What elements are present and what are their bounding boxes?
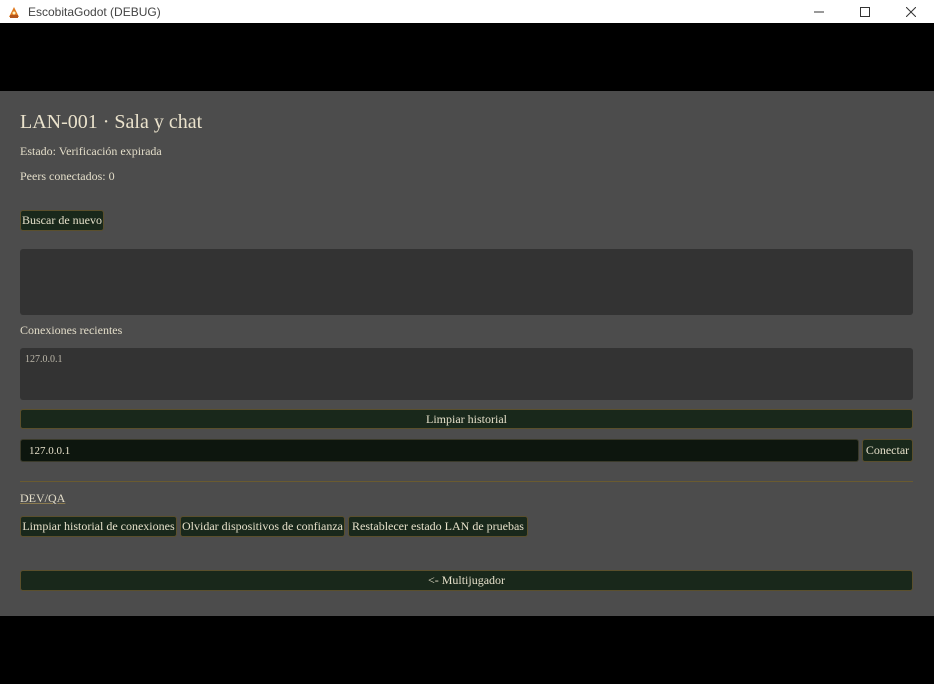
- minimize-icon: [814, 11, 824, 12]
- clear-history-button[interactable]: Limpiar historial: [20, 409, 913, 429]
- back-multiplayer-button[interactable]: <- Multijugador: [20, 570, 913, 591]
- status-label: Estado: Verificación expirada: [20, 144, 162, 158]
- letterbox-top: [0, 23, 934, 91]
- window-titlebar: EscobitaGodot (DEBUG): [0, 0, 934, 23]
- peers-count-label: Peers conectados: 0: [20, 169, 115, 183]
- minimize-button[interactable]: [796, 0, 842, 23]
- chat-log-area[interactable]: [20, 249, 913, 315]
- section-divider: [20, 481, 913, 482]
- close-button[interactable]: [888, 0, 934, 23]
- maximize-button[interactable]: [842, 0, 888, 23]
- search-again-button[interactable]: Buscar de nuevo: [20, 210, 104, 231]
- window-title: EscobitaGodot (DEBUG): [28, 4, 161, 19]
- recent-connections-list[interactable]: 127.0.0.1: [20, 348, 913, 400]
- list-item[interactable]: 127.0.0.1: [25, 354, 63, 365]
- clear-connections-history-button[interactable]: Limpiar historial de conexiones: [20, 516, 177, 537]
- forget-trusted-devices-button[interactable]: Olvidar dispositivos de confianza: [180, 516, 345, 537]
- window-controls: [796, 0, 934, 23]
- recent-connections-label: Conexiones recientes: [20, 323, 123, 337]
- maximize-icon: [860, 6, 870, 17]
- lan-lobby-panel: LAN-001 · Sala y chat Estado: Verificaci…: [0, 91, 934, 616]
- page-title: LAN-001 · Sala y chat: [20, 111, 203, 133]
- letterbox-bottom: [0, 616, 934, 684]
- reset-lan-test-state-button[interactable]: Restablecer estado LAN de pruebas: [348, 516, 528, 537]
- close-icon: [906, 6, 916, 17]
- connect-button[interactable]: Conectar: [862, 439, 913, 462]
- devqa-label: DEV/QA: [20, 491, 66, 505]
- godot-app-icon: [9, 6, 19, 18]
- address-input[interactable]: 127.0.0.1: [20, 439, 859, 462]
